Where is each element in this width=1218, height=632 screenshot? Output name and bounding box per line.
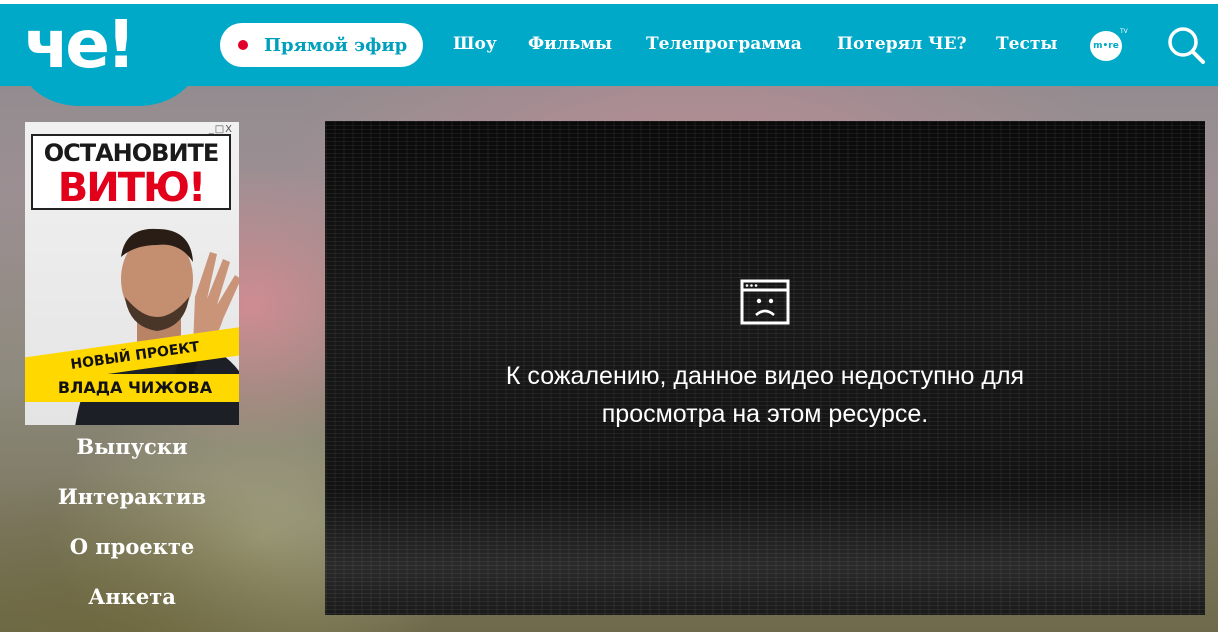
nav-tests[interactable]: Тесты <box>996 34 1057 54</box>
banner-title-box: ОСТАНОВИТЕ ВИТЮ! <box>31 134 231 210</box>
side-menu-interactive[interactable]: Интерактив <box>25 484 239 509</box>
sad-window-icon <box>740 279 790 325</box>
live-stream-label: Прямой эфир <box>264 34 408 56</box>
more-tv-superscript: TV <box>1120 28 1128 35</box>
banner-tape-author: ВЛАДА ЧИЖОВА <box>25 374 239 402</box>
video-message-line1: К сожалению, данное видео недоступно для <box>505 362 1025 390</box>
search-icon[interactable] <box>1165 24 1207 66</box>
nav-tv-schedule[interactable]: Телепрограмма <box>646 34 802 54</box>
nav-lost-che[interactable]: Потерял ЧЕ? <box>837 34 967 54</box>
more-tv-logo[interactable]: m•re <box>1090 31 1122 61</box>
video-unavailable-message: К сожалению, данное видео недоступно для… <box>415 357 1115 433</box>
banner-title-line2: ВИТЮ! <box>57 165 206 211</box>
site-logo[interactable]: че! <box>24 10 136 80</box>
nav-films[interactable]: Фильмы <box>528 34 612 54</box>
live-dot-icon <box>238 40 248 50</box>
side-menu-episodes[interactable]: Выпуски <box>25 434 239 459</box>
live-stream-button[interactable]: Прямой эфир <box>220 23 423 67</box>
video-message-line2: просмотра на этом ресурсе. <box>601 400 929 428</box>
video-player[interactable]: К сожалению, данное видео недоступно для… <box>325 121 1205 615</box>
more-tv-logo-text: m•re <box>1093 41 1119 51</box>
side-menu-form[interactable]: Анкета <box>25 584 239 609</box>
banner-title-line1: ОСТАНОВИТЕ <box>43 139 220 167</box>
top-strip <box>0 0 1218 4</box>
nav-shows[interactable]: Шоу <box>453 34 497 54</box>
ad-banner[interactable]: _□X ОСТАНОВИТЕ ВИТЮ! НОВЫЙ ПРОЕКТ ВЛАДА … <box>25 122 239 425</box>
side-menu-about[interactable]: О проекте <box>25 534 239 559</box>
